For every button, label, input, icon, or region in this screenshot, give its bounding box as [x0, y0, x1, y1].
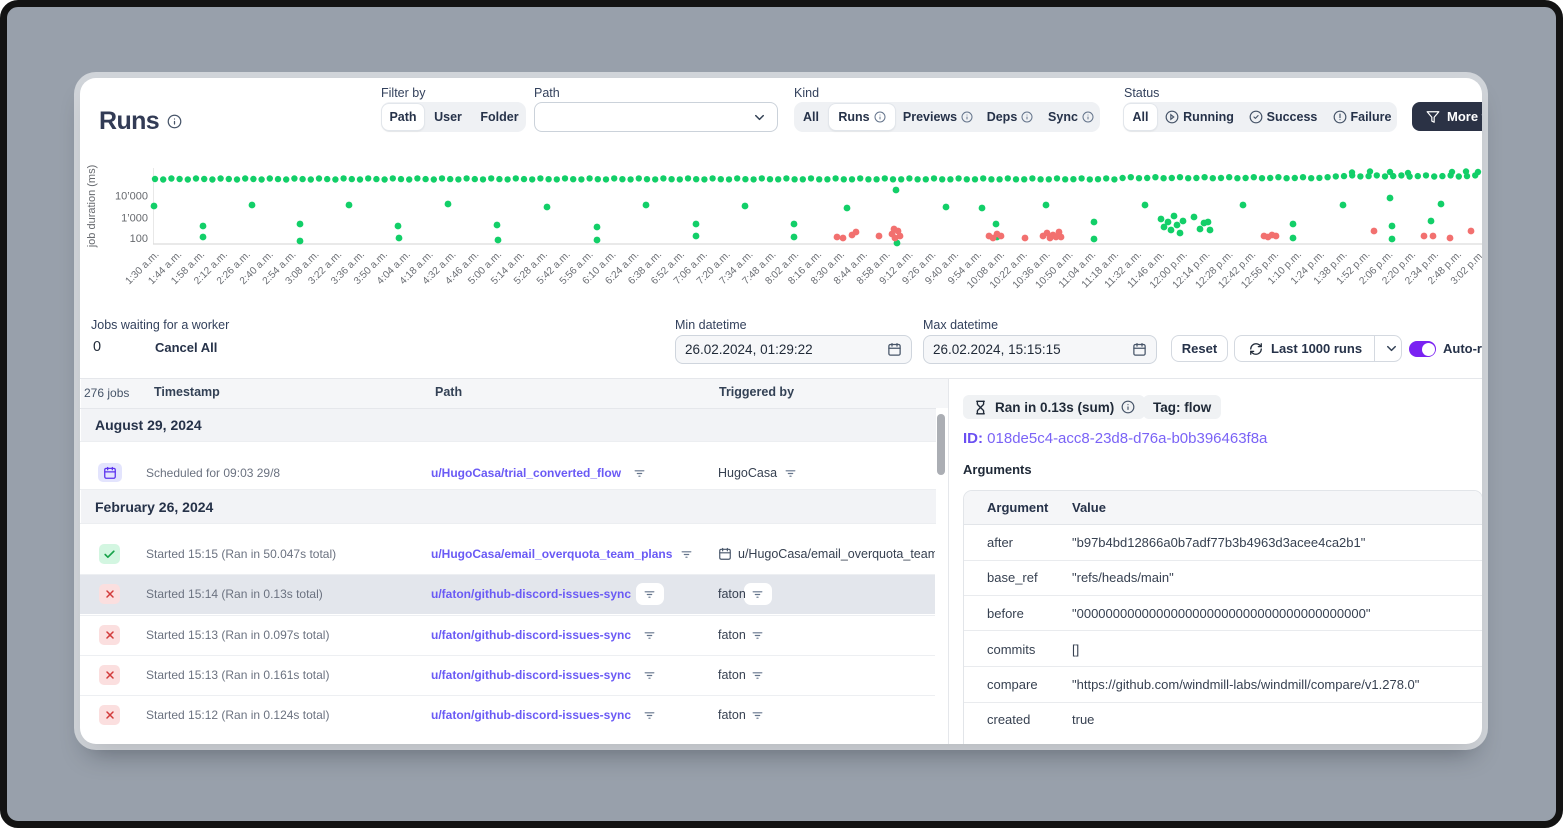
svg-text:100: 100: [130, 233, 148, 245]
svg-text:job duration (ms): job duration (ms): [86, 165, 98, 249]
svg-text:1’000: 1’000: [121, 213, 148, 225]
svg-text:10’000: 10’000: [115, 191, 148, 203]
